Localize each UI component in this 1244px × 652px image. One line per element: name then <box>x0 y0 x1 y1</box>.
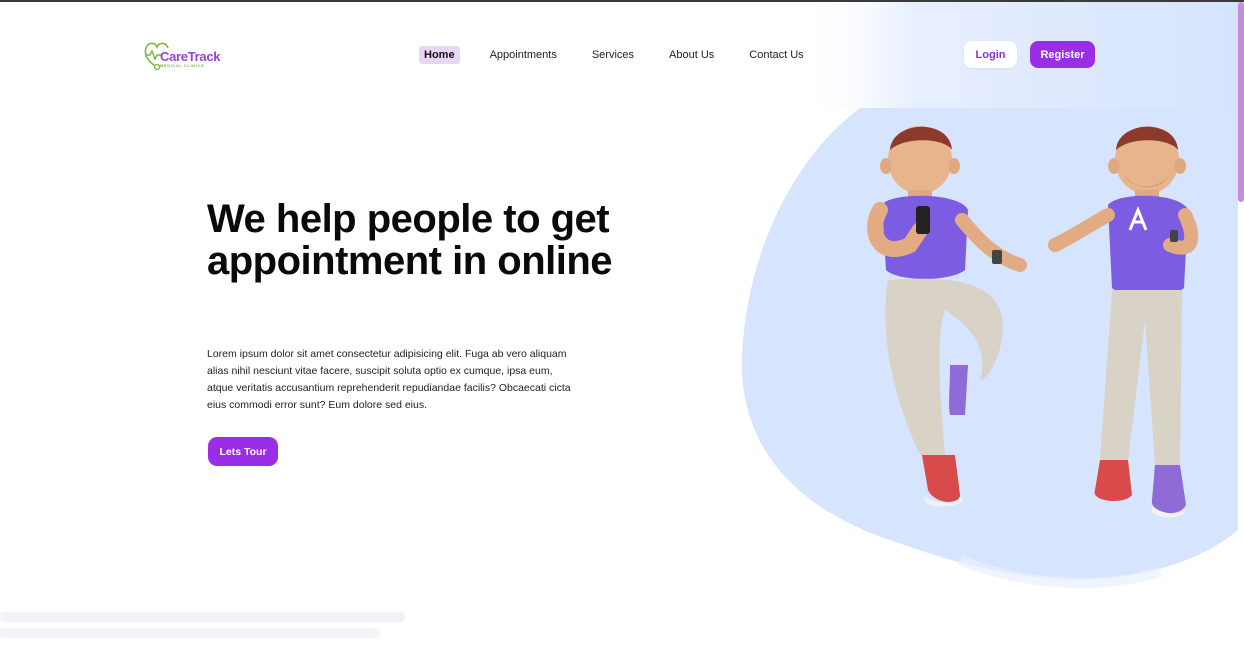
brand-tagline: MEDICAL CLINICS <box>160 63 205 68</box>
faded-section-preview <box>0 612 405 638</box>
nav-services[interactable]: Services <box>587 46 639 64</box>
hero-title: We help people to get appointment in onl… <box>207 197 613 283</box>
person-left-figure <box>867 126 1027 507</box>
nav-appointments[interactable]: Appointments <box>485 46 562 64</box>
brand-logo[interactable]: CareTrack MEDICAL CLINICS <box>143 38 253 72</box>
lets-tour-button[interactable]: Lets Tour <box>208 437 278 466</box>
nav-contact-us[interactable]: Contact Us <box>744 46 808 64</box>
login-button[interactable]: Login <box>964 41 1017 68</box>
hero-description: Lorem ipsum dolor sit amet consectetur a… <box>207 348 571 411</box>
person-right-figure <box>1048 126 1199 518</box>
brand-name: CareTrack <box>160 49 221 64</box>
nav-about-us[interactable]: About Us <box>664 46 719 64</box>
scrollbar-thumb[interactable] <box>1238 2 1244 202</box>
main-nav: Home Appointments Services About Us Cont… <box>419 46 834 64</box>
two-people-illustration <box>867 126 1199 518</box>
window-top-border <box>0 0 1244 2</box>
nav-home[interactable]: Home <box>419 46 460 64</box>
register-button[interactable]: Register <box>1030 41 1095 68</box>
